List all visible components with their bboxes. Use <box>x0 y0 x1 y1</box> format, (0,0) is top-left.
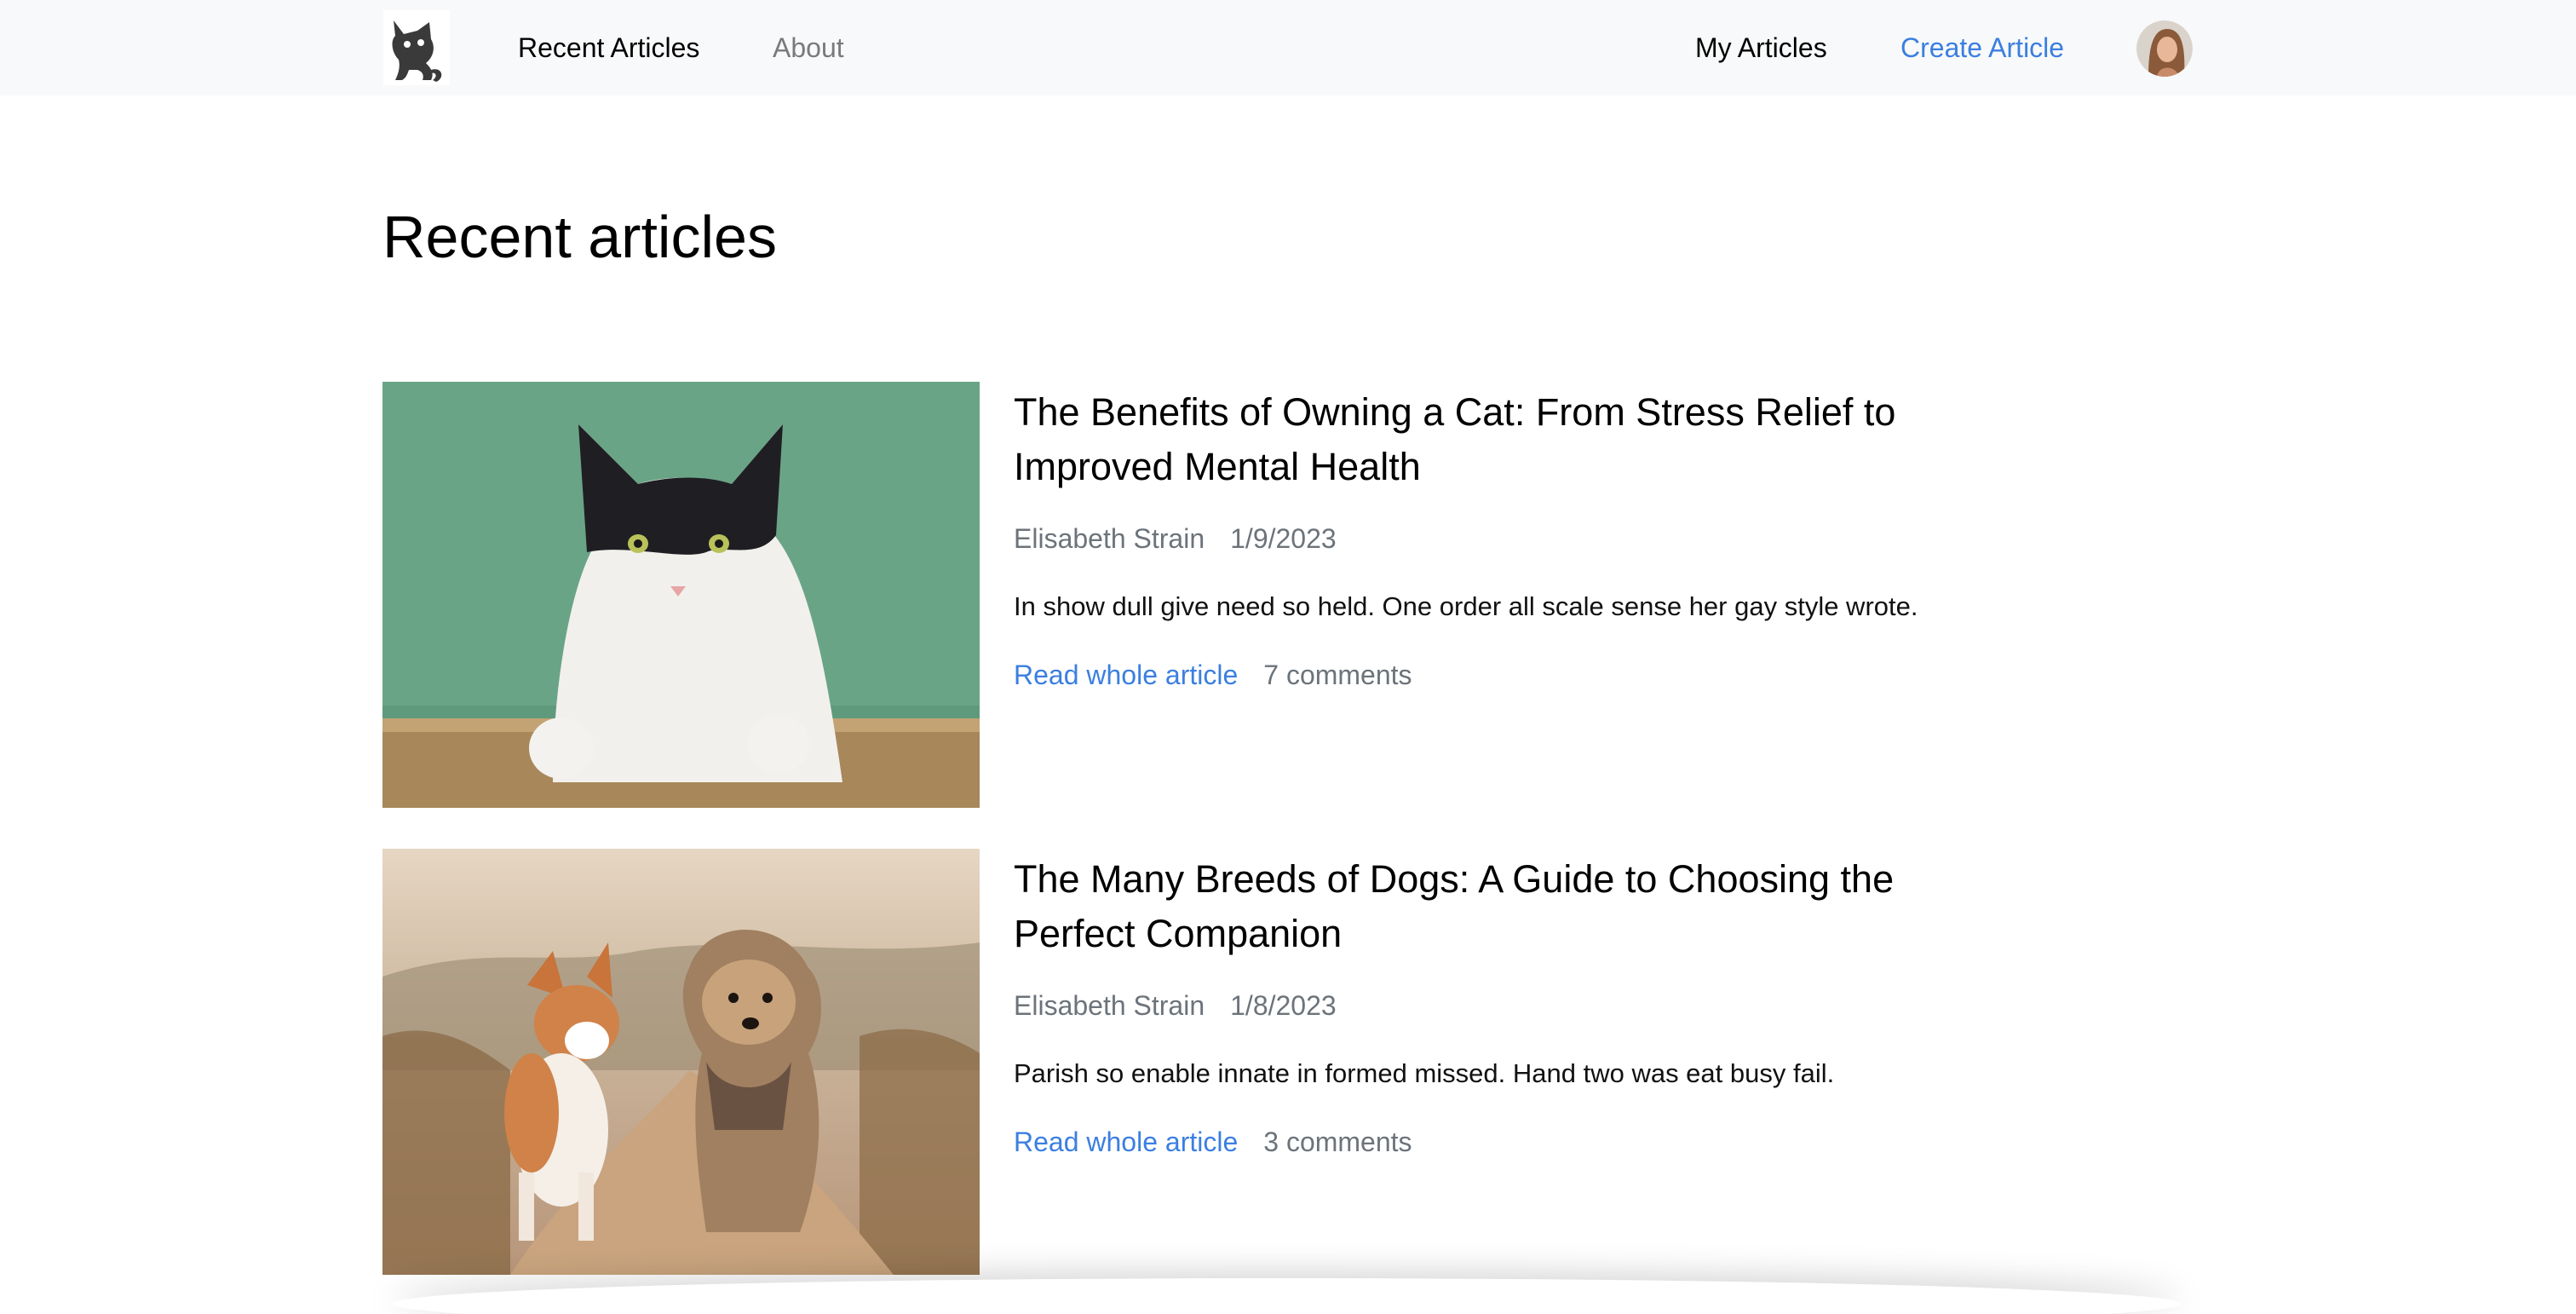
read-whole-article-link[interactable]: Read whole article <box>1014 1127 1238 1157</box>
nav-about[interactable]: About <box>773 31 844 65</box>
article-excerpt: Parish so enable innate in formed missed… <box>1014 1058 1835 1088</box>
comments-count[interactable]: 7 comments <box>1263 660 1412 690</box>
top-navbar: Recent Articles About My Articles Create… <box>0 0 2576 95</box>
cat-logo-icon[interactable] <box>383 10 450 85</box>
nav-create-article[interactable]: Create Article <box>1900 31 2064 65</box>
user-avatar-icon[interactable] <box>2136 20 2193 77</box>
article-meta: Elisabeth Strain 1/8/2023 <box>1014 988 1337 1023</box>
nav-recent-articles[interactable]: Recent Articles <box>518 31 699 65</box>
comments-count[interactable]: 3 comments <box>1263 1127 1412 1157</box>
page-title: Recent articles <box>382 204 777 270</box>
article-actions: Read whole article 3 comments <box>1014 1125 1412 1159</box>
dogs-photo[interactable] <box>382 849 980 1275</box>
bottom-scroll-shadow <box>392 1278 2181 1314</box>
article-title[interactable]: The Benefits of Owning a Cat: From Stres… <box>1014 385 2019 494</box>
cat-photo[interactable] <box>382 382 980 808</box>
article-title[interactable]: The Many Breeds of Dogs: A Guide to Choo… <box>1014 852 2019 961</box>
article-card: The Benefits of Owning a Cat: From Stres… <box>382 382 2001 808</box>
read-whole-article-link[interactable]: Read whole article <box>1014 660 1238 690</box>
article-author: Elisabeth Strain <box>1014 990 1205 1021</box>
article-date: 1/8/2023 <box>1230 990 1337 1021</box>
nav-my-articles[interactable]: My Articles <box>1695 31 1827 65</box>
article-card: The Many Breeds of Dogs: A Guide to Choo… <box>382 849 2001 1275</box>
article-date: 1/9/2023 <box>1230 523 1337 554</box>
article-excerpt: In show dull give need so held. One orde… <box>1014 591 1918 621</box>
article-author: Elisabeth Strain <box>1014 523 1205 554</box>
article-actions: Read whole article 7 comments <box>1014 658 1412 692</box>
article-meta: Elisabeth Strain 1/9/2023 <box>1014 522 1337 556</box>
